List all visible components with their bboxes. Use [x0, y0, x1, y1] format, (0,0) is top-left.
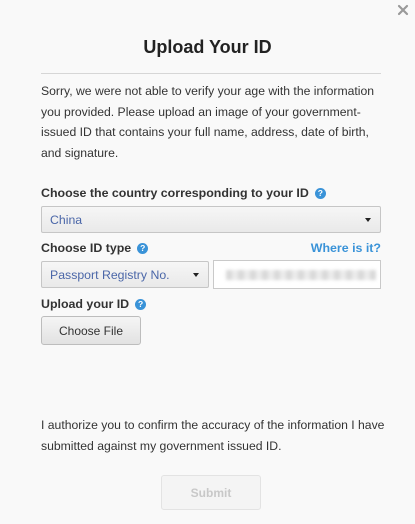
country-label: Choose the country corresponding to your…: [41, 186, 326, 200]
help-icon[interactable]: ?: [314, 187, 326, 199]
country-select-value: China: [50, 212, 83, 227]
dialog-title: Upload Your ID: [143, 37, 272, 57]
intro-text: Sorry, we were not able to verify your a…: [41, 84, 375, 160]
submit-button[interactable]: Submit: [161, 475, 261, 510]
authorization-text: I authorize you to confirm the accuracy …: [41, 418, 385, 453]
close-icon: [397, 4, 409, 16]
id-type-select-value: Passport Registry No.: [50, 267, 170, 282]
choose-file-button[interactable]: Choose File: [41, 316, 141, 345]
chevron-down-icon: [365, 218, 371, 222]
close-button[interactable]: [397, 4, 409, 16]
help-icon[interactable]: ?: [135, 298, 147, 310]
id-type-label-text: Choose ID type: [41, 241, 132, 255]
id-number-field[interactable]: [213, 260, 381, 289]
id-type-label: Choose ID type ?: [41, 241, 149, 255]
title-divider: [41, 73, 381, 74]
id-type-select[interactable]: Passport Registry No.: [41, 261, 209, 288]
upload-label-text: Upload your ID: [41, 297, 130, 311]
redacted-id-number: [226, 270, 376, 280]
where-is-it-link[interactable]: Where is it?: [311, 241, 381, 255]
chevron-down-icon: [193, 273, 199, 277]
country-label-text: Choose the country corresponding to your…: [41, 186, 309, 200]
help-icon[interactable]: ?: [137, 242, 149, 254]
upload-label: Upload your ID ?: [41, 297, 147, 311]
country-select[interactable]: China: [41, 206, 381, 233]
